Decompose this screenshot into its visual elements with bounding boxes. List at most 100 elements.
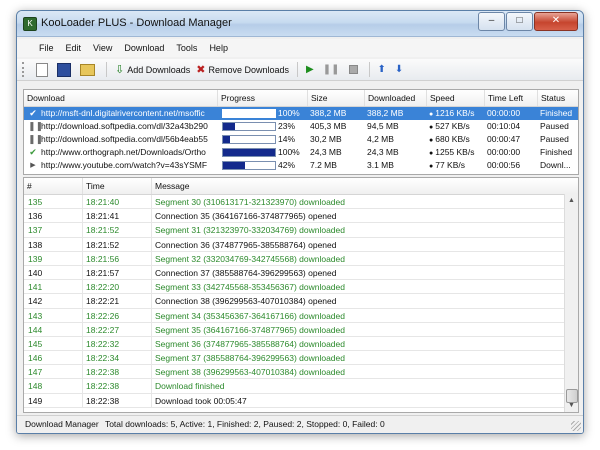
log-time: 18:21:52	[86, 239, 120, 250]
pause-button[interactable]: ❚❚	[320, 61, 346, 79]
download-size: 405,3 MB	[310, 121, 347, 131]
column-divider	[82, 265, 83, 280]
menu-view[interactable]: View	[87, 43, 118, 53]
log-time: 18:21:57	[86, 267, 120, 278]
add-downloads-button[interactable]: ⇩ Add Downloads	[112, 61, 193, 79]
scroll-up-arrow[interactable]: ▲	[565, 194, 578, 207]
col-message[interactable]: Message	[152, 178, 578, 194]
log-row[interactable]: 136 18:21:41 Connection 35 (364167166-3748…	[24, 209, 578, 224]
new-file-icon	[36, 62, 48, 77]
toolbar-grip[interactable]	[22, 62, 27, 77]
move-up-button[interactable]: ⬆	[375, 61, 392, 79]
open-button[interactable]	[77, 61, 101, 79]
stop-button[interactable]	[346, 61, 364, 79]
speed-dot-icon: ●	[429, 124, 434, 131]
download-row[interactable]: ❚❚ http://download.softpedia.com/dl/56b4e…	[24, 133, 578, 146]
log-message: Segment 30 (310613171-321323970) downloa…	[155, 197, 345, 207]
col-time[interactable]: Time	[83, 178, 152, 194]
log-row[interactable]: 140 18:21:57 Connection 37 (385588764-3962…	[24, 265, 578, 281]
close-button[interactable]: ✕	[534, 12, 578, 31]
pause-icon: ❚❚	[28, 134, 44, 144]
log-message: Segment 37 (385588764-396299563) downloa…	[155, 353, 345, 364]
log-time: 18:22:38	[86, 367, 120, 378]
time-left: 00:00:56	[487, 160, 521, 170]
log-row[interactable]: 137 18:21:52 Segment 31 (321323970-3320347…	[24, 223, 578, 238]
menu-file[interactable]: File	[33, 43, 60, 53]
download-status: Paused	[540, 121, 569, 131]
move-down-button[interactable]: ⬇	[392, 61, 409, 79]
column-divider	[82, 322, 83, 336]
download-url: http://www.orthograph.net/Downloads/Orth…	[41, 147, 206, 157]
col-download[interactable]: Download	[24, 90, 218, 106]
menu-edit[interactable]: Edit	[60, 43, 88, 53]
log-list: # Time Message 135 18:21:40 Segment 30 (31…	[23, 177, 579, 413]
download-row[interactable]: ✔ http://msft-dnl.digitalrivercontent.net…	[24, 107, 578, 120]
log-row[interactable]: 138 18:21:52 Connection 36 (374877965-3855…	[24, 237, 578, 252]
menu-tools[interactable]: Tools	[170, 43, 203, 53]
column-divider	[82, 365, 83, 379]
menu-bar: File Edit View Download Tools Help	[17, 39, 583, 57]
log-scrollbar[interactable]: ▲ ▼	[564, 194, 578, 412]
download-row[interactable]: ✔ http://www.orthograph.net/Downloads/Ort…	[24, 146, 578, 159]
log-time: 18:22:32	[86, 338, 120, 349]
col-progress[interactable]: Progress	[218, 90, 308, 106]
progress-percent: 42%	[278, 160, 296, 170]
resize-grip[interactable]	[571, 421, 581, 431]
col-size[interactable]: Size	[308, 90, 365, 106]
log-row[interactable]: 148 18:22:38 Download finished	[24, 379, 578, 394]
log-row[interactable]: 142 18:22:21 Connection 38 (396299563-4070…	[24, 294, 578, 309]
col-status[interactable]: Status	[538, 90, 578, 106]
download-speed: ● 680 KB/s	[429, 133, 483, 146]
log-row[interactable]: 135 18:21:40 Segment 30 (310613171-3213239…	[24, 195, 578, 210]
column-divider	[82, 280, 83, 294]
save-button[interactable]	[54, 61, 77, 79]
speed-value: 1216 KB/s	[435, 108, 475, 118]
column-divider	[151, 237, 152, 251]
scroll-down-arrow[interactable]: ▼	[565, 399, 578, 412]
download-row[interactable]: ❚❚ http://download.softpedia.com/dl/32a43…	[24, 120, 578, 133]
log-message: Segment 32 (332034769-342745568) downloa…	[155, 253, 345, 264]
log-time: 18:21:40	[86, 197, 120, 207]
new-button[interactable]	[33, 61, 54, 79]
col-speed[interactable]: Speed	[427, 90, 485, 106]
toolbar-separator	[106, 62, 107, 77]
col-time-left[interactable]: Time Left	[485, 90, 538, 106]
log-message: Segment 35 (364167166-374877965) downloa…	[155, 324, 345, 335]
column-divider	[82, 237, 83, 251]
menu-help[interactable]: Help	[203, 43, 234, 53]
menu-download[interactable]: Download	[118, 43, 170, 53]
progress-fill	[223, 162, 245, 169]
log-message: Download finished	[155, 381, 225, 392]
col-downloaded[interactable]: Downloaded	[365, 90, 427, 106]
remove-downloads-button[interactable]: ✖ Remove Downloads	[193, 61, 292, 79]
main-window: K KooLoader PLUS - Download Manager – □ …	[16, 10, 584, 434]
column-divider	[82, 195, 83, 209]
download-row[interactable]: ▶ http://www.youtube.com/watch?v=43sYSMF 4…	[24, 159, 578, 172]
log-row[interactable]: 143 18:22:26 Segment 34 (353456367-3641671…	[24, 308, 578, 323]
log-header: # Time Message	[24, 178, 578, 195]
status-bar: Download Manager Total downloads: 5, Act…	[17, 415, 583, 433]
progress-bar	[222, 122, 276, 131]
download-status: Downl...	[540, 160, 571, 170]
start-button[interactable]: ▶	[303, 61, 320, 79]
column-divider	[82, 294, 83, 308]
col-number[interactable]: #	[24, 178, 83, 194]
remove-downloads-label: Remove Downloads	[208, 64, 290, 75]
minimize-button[interactable]: –	[478, 12, 505, 31]
pause-icon: ❚❚	[322, 64, 340, 75]
maximize-button[interactable]: □	[506, 12, 533, 31]
column-divider	[151, 265, 152, 280]
log-row[interactable]: 139 18:21:56 Segment 32 (332034769-3427455…	[24, 251, 578, 266]
log-row[interactable]: 141 18:22:20 Segment 33 (342745568-3534563…	[24, 280, 578, 295]
status-summary: Total downloads: 5, Active: 1, Finished:…	[104, 419, 385, 429]
column-divider	[82, 379, 83, 393]
log-row[interactable]: 147 18:22:38 Segment 38 (396299563-4070103…	[24, 365, 578, 380]
log-time: 18:22:38	[86, 395, 120, 406]
toolbar-separator	[368, 62, 370, 77]
log-row[interactable]: 144 18:22:27 Segment 35 (364167166-3748779…	[24, 322, 578, 337]
log-row[interactable]: 146 18:22:34 Segment 37 (385588764-3962995…	[24, 351, 578, 366]
log-row[interactable]: 149 18:22:38 Download took 00:05:47	[24, 393, 578, 408]
download-url: http://www.youtube.com/watch?v=43sYSMF	[41, 160, 208, 170]
log-row[interactable]: 145 18:22:32 Segment 36 (374877965-3855887…	[24, 336, 578, 352]
download-size: 30,2 MB	[310, 134, 342, 144]
